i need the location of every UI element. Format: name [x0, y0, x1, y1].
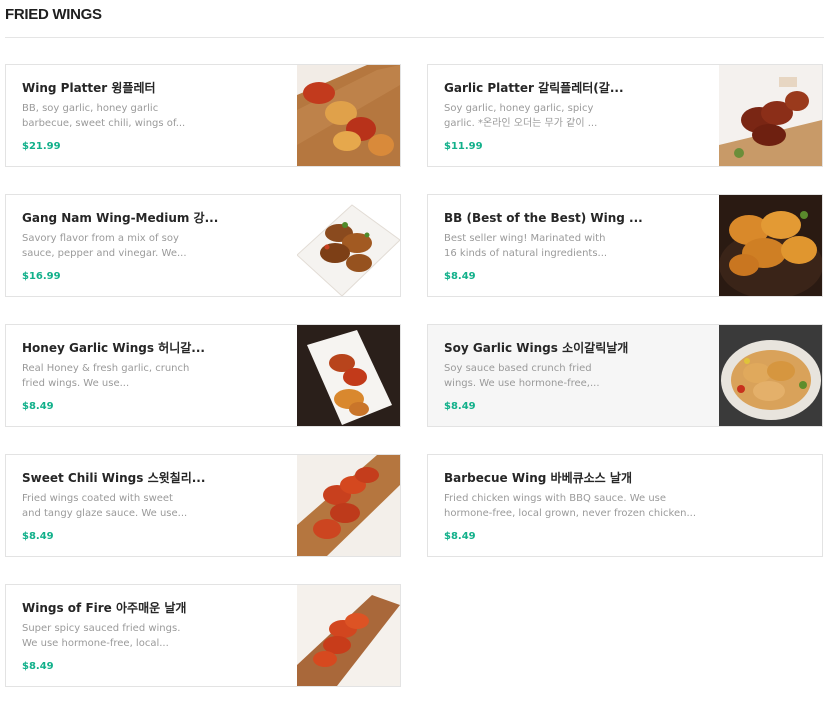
menu-item-card[interactable]: BB (Best of the Best) Wing ... Best sell…	[427, 194, 823, 297]
menu-item-card[interactable]: Garlic Platter 갈릭플레터(갈... Soy garlic, ho…	[427, 64, 823, 167]
soy-garlic-wings-photo	[719, 325, 822, 426]
menu-item-name: Gang Nam Wing-Medium 강...	[22, 211, 219, 225]
menu-item-name: Honey Garlic Wings 허니갈...	[22, 341, 205, 355]
menu-item-card[interactable]: Gang Nam Wing-Medium 강... Savory flavor …	[5, 194, 401, 297]
menu-item-price: $8.49	[444, 271, 476, 282]
menu-item-price: $8.49	[22, 661, 54, 672]
menu-item-card[interactable]: Sweet Chili Wings 스윗칠리... Fried wings co…	[5, 454, 401, 557]
menu-item-name: Wings of Fire 아주매운 날개	[22, 601, 187, 615]
wings-of-fire-photo	[297, 585, 400, 686]
menu-item-name: Wing Platter 윙플레터	[22, 81, 156, 95]
menu-item-name: Sweet Chili Wings 스윗칠리...	[22, 471, 206, 485]
wing-platter-photo	[297, 65, 400, 166]
menu-item-description: Real Honey & fresh garlic, crunch fried …	[22, 363, 190, 389]
menu-item-price: $8.49	[22, 401, 54, 412]
menu-item-card[interactable]: Wing Platter 윙플레터 BB, soy garlic, honey …	[5, 64, 401, 167]
menu-item-description: Best seller wing! Marinated with 16 kind…	[444, 233, 608, 259]
menu-item-description: Fried wings coated with sweet and tangy …	[22, 493, 188, 519]
garlic-platter-photo	[719, 65, 822, 166]
menu-item-name: BB (Best of the Best) Wing ...	[444, 211, 643, 225]
bb-wing-photo	[719, 195, 822, 296]
menu-item-description: Savory flavor from a mix of soy sauce, p…	[22, 233, 187, 259]
menu-item-price: $8.49	[444, 531, 476, 542]
menu-item-card[interactable]: Barbecue Wing 바베큐소스 날개 Fried chicken win…	[427, 454, 823, 557]
menu-item-name: Barbecue Wing 바베큐소스 날개	[444, 471, 632, 485]
menu-item-name: Garlic Platter 갈릭플레터(갈...	[444, 81, 624, 95]
sweet-chili-wings-photo	[297, 455, 400, 556]
section-divider	[5, 37, 824, 38]
menu-item-card[interactable]: Wings of Fire 아주매운 날개 Super spicy sauced…	[5, 584, 401, 687]
menu-item-description: Soy sauce based crunch fried wings. We u…	[444, 363, 600, 389]
menu-item-description: BB, soy garlic, honey garlic barbecue, s…	[22, 103, 186, 129]
menu-item-price: $8.49	[22, 531, 54, 542]
menu-item-card[interactable]: Honey Garlic Wings 허니갈... Real Honey & f…	[5, 324, 401, 427]
section-title: FRIED WINGS	[5, 6, 102, 23]
menu-item-name: Soy Garlic Wings 소이갈릭날개	[444, 341, 629, 355]
menu-item-description: Soy garlic, honey garlic, spicy garlic. …	[444, 103, 598, 129]
menu-item-description: Super spicy sauced fried wings. We use h…	[22, 623, 181, 649]
menu-item-price: $16.99	[22, 271, 61, 282]
menu-item-price: $21.99	[22, 141, 61, 152]
gang-nam-wing-photo	[297, 195, 400, 296]
menu-item-description: Fried chicken wings with BBQ sauce. We u…	[444, 493, 697, 519]
menu-item-price: $11.99	[444, 141, 483, 152]
honey-garlic-wings-photo	[297, 325, 400, 426]
menu-item-card[interactable]: Soy Garlic Wings 소이갈릭날개 Soy sauce based …	[427, 324, 823, 427]
menu-item-price: $8.49	[444, 401, 476, 412]
